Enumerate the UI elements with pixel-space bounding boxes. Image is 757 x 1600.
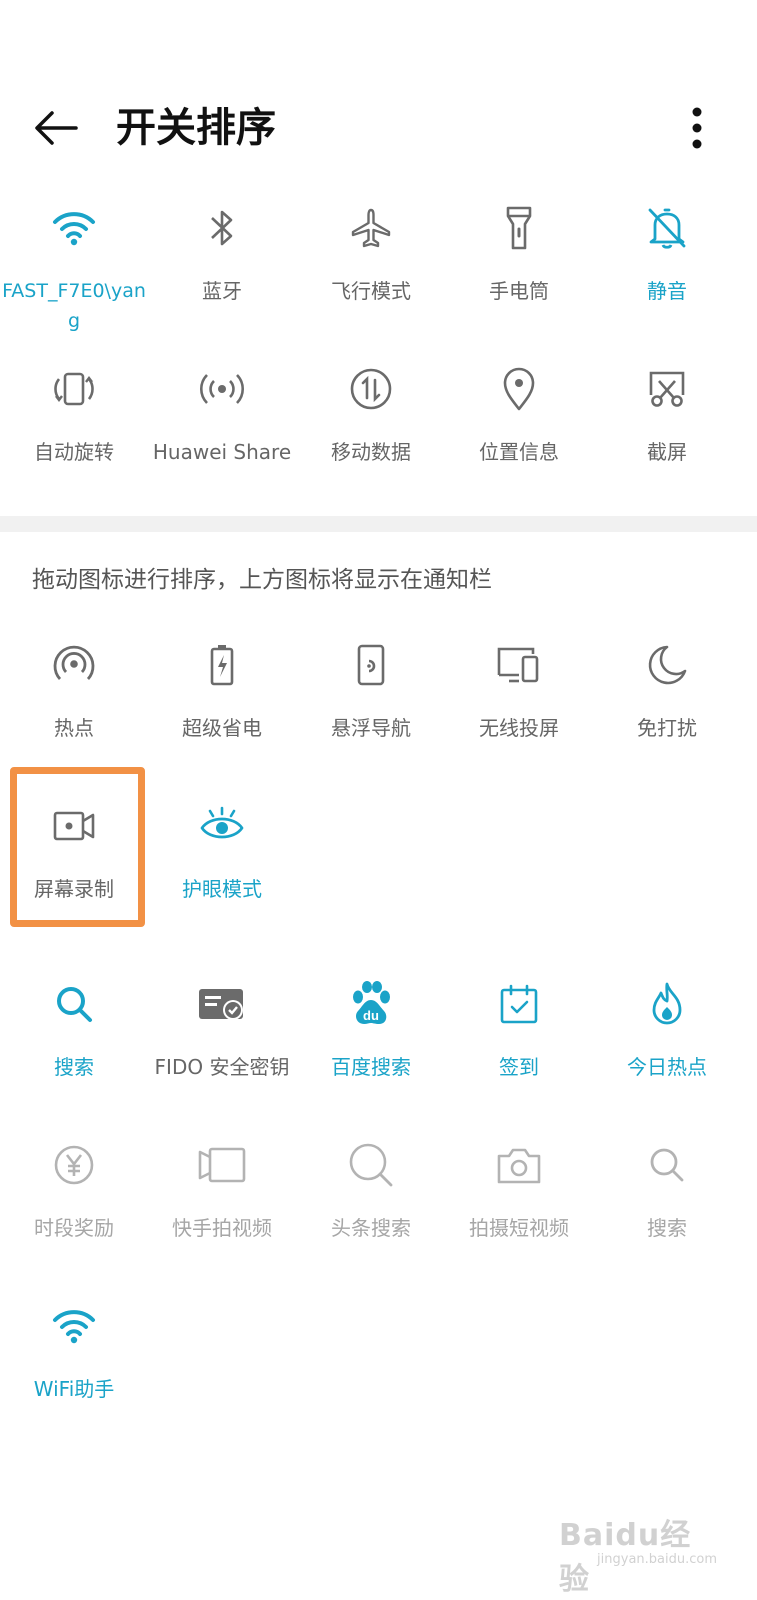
tile-label: WiFi助手: [33, 1377, 115, 1401]
yuan-coin-icon: [44, 1137, 104, 1193]
tile-search-2[interactable]: 搜索: [593, 1137, 741, 1267]
tile-label: 位置信息: [479, 440, 559, 464]
tile-label: 超级省电: [182, 716, 262, 740]
flashlight-icon: [489, 200, 549, 256]
tile-kuaishou[interactable]: 快手拍视频: [148, 1137, 296, 1267]
wifi-icon: [44, 1298, 104, 1354]
huawei-share-icon: [192, 361, 252, 417]
search-icon: [44, 976, 104, 1032]
tile-wireless-projection[interactable]: 无线投屏: [445, 637, 593, 767]
tile-wifi[interactable]: FAST_F7E0\yang: [0, 200, 148, 332]
tile-label: 无线投屏: [479, 716, 559, 740]
tile-wifi-assistant[interactable]: WiFi助手: [0, 1298, 148, 1428]
floating-nav-icon: [341, 637, 401, 693]
screenshot-icon: [637, 361, 697, 417]
tile-label: 头条搜索: [331, 1216, 411, 1240]
hotspot-icon: [44, 637, 104, 693]
tile-airplane[interactable]: 飞行模式: [297, 200, 445, 330]
moon-icon: [637, 637, 697, 693]
tile-huawei-share[interactable]: Huawei Share: [148, 361, 296, 491]
tile-label: 飞行模式: [331, 279, 411, 303]
header: 开关排序: [0, 0, 757, 200]
tile-hotspot[interactable]: 热点: [0, 637, 148, 767]
highlight-box: [10, 767, 145, 927]
tile-label: 百度搜索: [331, 1055, 411, 1079]
tile-bluetooth[interactable]: 蓝牙: [148, 200, 296, 330]
tile-flashlight[interactable]: 手电筒: [445, 200, 593, 330]
search-icon: [637, 1137, 697, 1193]
tile-label: 护眼模式: [182, 877, 262, 901]
camera-icon: [489, 1137, 549, 1193]
tile-label: 快手拍视频: [172, 1216, 272, 1240]
tile-label: 移动数据: [331, 440, 411, 464]
tile-auto-rotate[interactable]: 自动旋转: [0, 361, 148, 491]
tile-label: 签到: [499, 1055, 539, 1079]
kuaishou-video-icon: [192, 1137, 252, 1193]
calendar-check-icon: [489, 976, 549, 1032]
back-button[interactable]: [28, 100, 84, 156]
back-arrow-icon: [35, 111, 78, 145]
tile-baidu-search[interactable]: du 百度搜索: [297, 976, 445, 1106]
eye-icon: [192, 798, 252, 854]
tile-label: 蓝牙: [202, 279, 242, 303]
tile-label: 截屏: [647, 440, 687, 464]
tile-mute[interactable]: 静音: [593, 200, 741, 330]
tile-battery-saver[interactable]: 超级省电: [148, 637, 296, 767]
tile-label: 搜索: [647, 1216, 687, 1240]
tile-eye-comfort[interactable]: 护眼模式: [148, 798, 296, 928]
drag-hint-text: 拖动图标进行排序，上方图标将显示在通知栏: [32, 567, 492, 593]
location-pin-icon: [489, 361, 549, 417]
bluetooth-icon: [192, 200, 252, 256]
auto-rotate-icon: [44, 361, 104, 417]
wireless-projection-icon: [489, 637, 549, 693]
tile-label: 自动旋转: [34, 440, 114, 464]
tile-label: 时段奖励: [34, 1216, 114, 1240]
wifi-icon: [44, 200, 104, 256]
tile-short-video[interactable]: 拍摄短视频: [445, 1137, 593, 1267]
baidu-watermark: Baidu经验 jingyan.baidu.com: [559, 1510, 719, 1597]
tile-label: 悬浮导航: [331, 716, 411, 740]
svg-text:du: du: [363, 1008, 379, 1023]
tile-check-in[interactable]: 签到: [445, 976, 593, 1106]
tile-label: 免打扰: [637, 716, 697, 740]
tile-label: 静音: [647, 279, 687, 303]
battery-saver-icon: [192, 637, 252, 693]
more-vertical-icon: [692, 107, 702, 149]
tile-toutiao-search[interactable]: 头条搜索: [297, 1137, 445, 1267]
tile-label: 搜索: [54, 1055, 94, 1079]
tile-label: 手电筒: [489, 279, 549, 303]
more-options-button[interactable]: [672, 100, 722, 156]
tile-label: FAST_F7E0\yang: [2, 280, 146, 332]
tile-label: FIDO 安全密钥: [154, 1055, 290, 1079]
tile-do-not-disturb[interactable]: 免打扰: [593, 637, 741, 767]
tile-fido-key[interactable]: FIDO 安全密钥: [148, 976, 296, 1106]
tile-search[interactable]: 搜索: [0, 976, 148, 1106]
tile-screenshot[interactable]: 截屏: [593, 361, 741, 491]
tile-time-reward[interactable]: 时段奖励: [0, 1137, 148, 1267]
search-icon: [341, 1137, 401, 1193]
mute-bell-icon: [637, 200, 697, 256]
tile-mobile-data[interactable]: 移动数据: [297, 361, 445, 491]
section-divider: [0, 516, 757, 532]
tile-location[interactable]: 位置信息: [445, 361, 593, 491]
fido-key-icon: [192, 976, 252, 1032]
baidu-paw-icon: du: [341, 976, 401, 1032]
watermark-url: jingyan.baidu.com: [597, 1552, 717, 1567]
tile-hot-news[interactable]: 今日热点: [593, 976, 741, 1106]
tile-label: 拍摄短视频: [469, 1216, 569, 1240]
tile-label: 今日热点: [627, 1055, 707, 1079]
flame-icon: [637, 976, 697, 1032]
tile-label: Huawei Share: [152, 440, 292, 464]
page-title: 开关排序: [116, 105, 276, 151]
airplane-icon: [341, 200, 401, 256]
tile-label: 热点: [54, 716, 94, 740]
tile-floating-nav[interactable]: 悬浮导航: [297, 637, 445, 767]
mobile-data-icon: [341, 361, 401, 417]
